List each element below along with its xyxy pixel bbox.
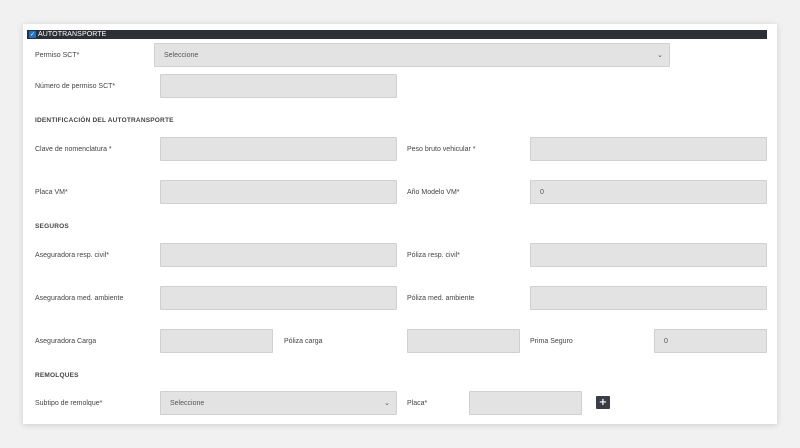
aseguradora-carga-input[interactable] (160, 329, 273, 353)
subtipo-remolque-select[interactable]: Seleccione ⌄ (160, 391, 397, 415)
prima-seguro-input[interactable]: 0 (654, 329, 767, 353)
anio-modelo-input[interactable]: 0 (530, 180, 767, 204)
placa-remolque-input[interactable] (469, 391, 582, 415)
poliza-ambiente-input[interactable] (530, 286, 767, 310)
chevron-down-icon: ⌄ (384, 399, 390, 407)
peso-bruto-label: Peso bruto vehicular * (407, 146, 476, 153)
placa-vm-input[interactable] (160, 180, 397, 204)
anio-modelo-label: Año Modelo VM* (407, 189, 460, 196)
subtipo-remolque-label: Subtipo de remolque* (35, 400, 103, 407)
aseguradora-ambiente-label: Aseguradora med. ambiente (35, 295, 124, 302)
clave-nomenclatura-label: Clave de nomenclatura * (35, 146, 112, 153)
identificacion-section-title: IDENTIFICACIÓN DEL AUTOTRANSPORTE (35, 117, 174, 124)
poliza-ambiente-label: Póliza med. ambiente (407, 295, 475, 302)
aseguradora-carga-label: Aseguradora Carga (35, 338, 97, 345)
aseguradora-civil-label: Aseguradora resp. civil* (35, 252, 109, 259)
subtipo-remolque-value: Seleccione (170, 399, 205, 407)
permiso-sct-select[interactable]: Seleccione ⌄ (154, 43, 670, 67)
clave-nomenclatura-input[interactable] (160, 137, 397, 161)
permiso-sct-value: Seleccione (164, 51, 199, 59)
poliza-carga-label: Póliza carga (284, 338, 323, 345)
remolques-section-title: REMOLQUES (35, 372, 79, 379)
chevron-down-icon: ⌄ (657, 51, 663, 59)
numero-permiso-label: Número de permiso SCT* (35, 83, 116, 90)
aseguradora-ambiente-input[interactable] (160, 286, 397, 310)
seguros-section-title: SEGUROS (35, 223, 69, 230)
add-remolque-button[interactable]: + (596, 396, 610, 409)
numero-permiso-input[interactable] (160, 74, 397, 98)
poliza-civil-label: Póliza resp. civil* (407, 252, 460, 259)
peso-bruto-input[interactable] (530, 137, 767, 161)
placa-vm-label: Placa VM* (35, 189, 68, 196)
poliza-carga-input[interactable] (407, 329, 520, 353)
section-header: ✓ AUTOTRANSPORTE (27, 30, 767, 39)
autotransporte-card (23, 24, 777, 424)
autotransporte-checkbox[interactable]: ✓ (29, 31, 36, 38)
poliza-civil-input[interactable] (530, 243, 767, 267)
placa-remolque-label: Placa* (407, 400, 428, 407)
aseguradora-civil-input[interactable] (160, 243, 397, 267)
permiso-sct-label: Permiso SCT* (35, 52, 80, 59)
prima-seguro-label: Prima Seguro (530, 338, 573, 345)
header-title: AUTOTRANSPORTE (38, 31, 107, 38)
